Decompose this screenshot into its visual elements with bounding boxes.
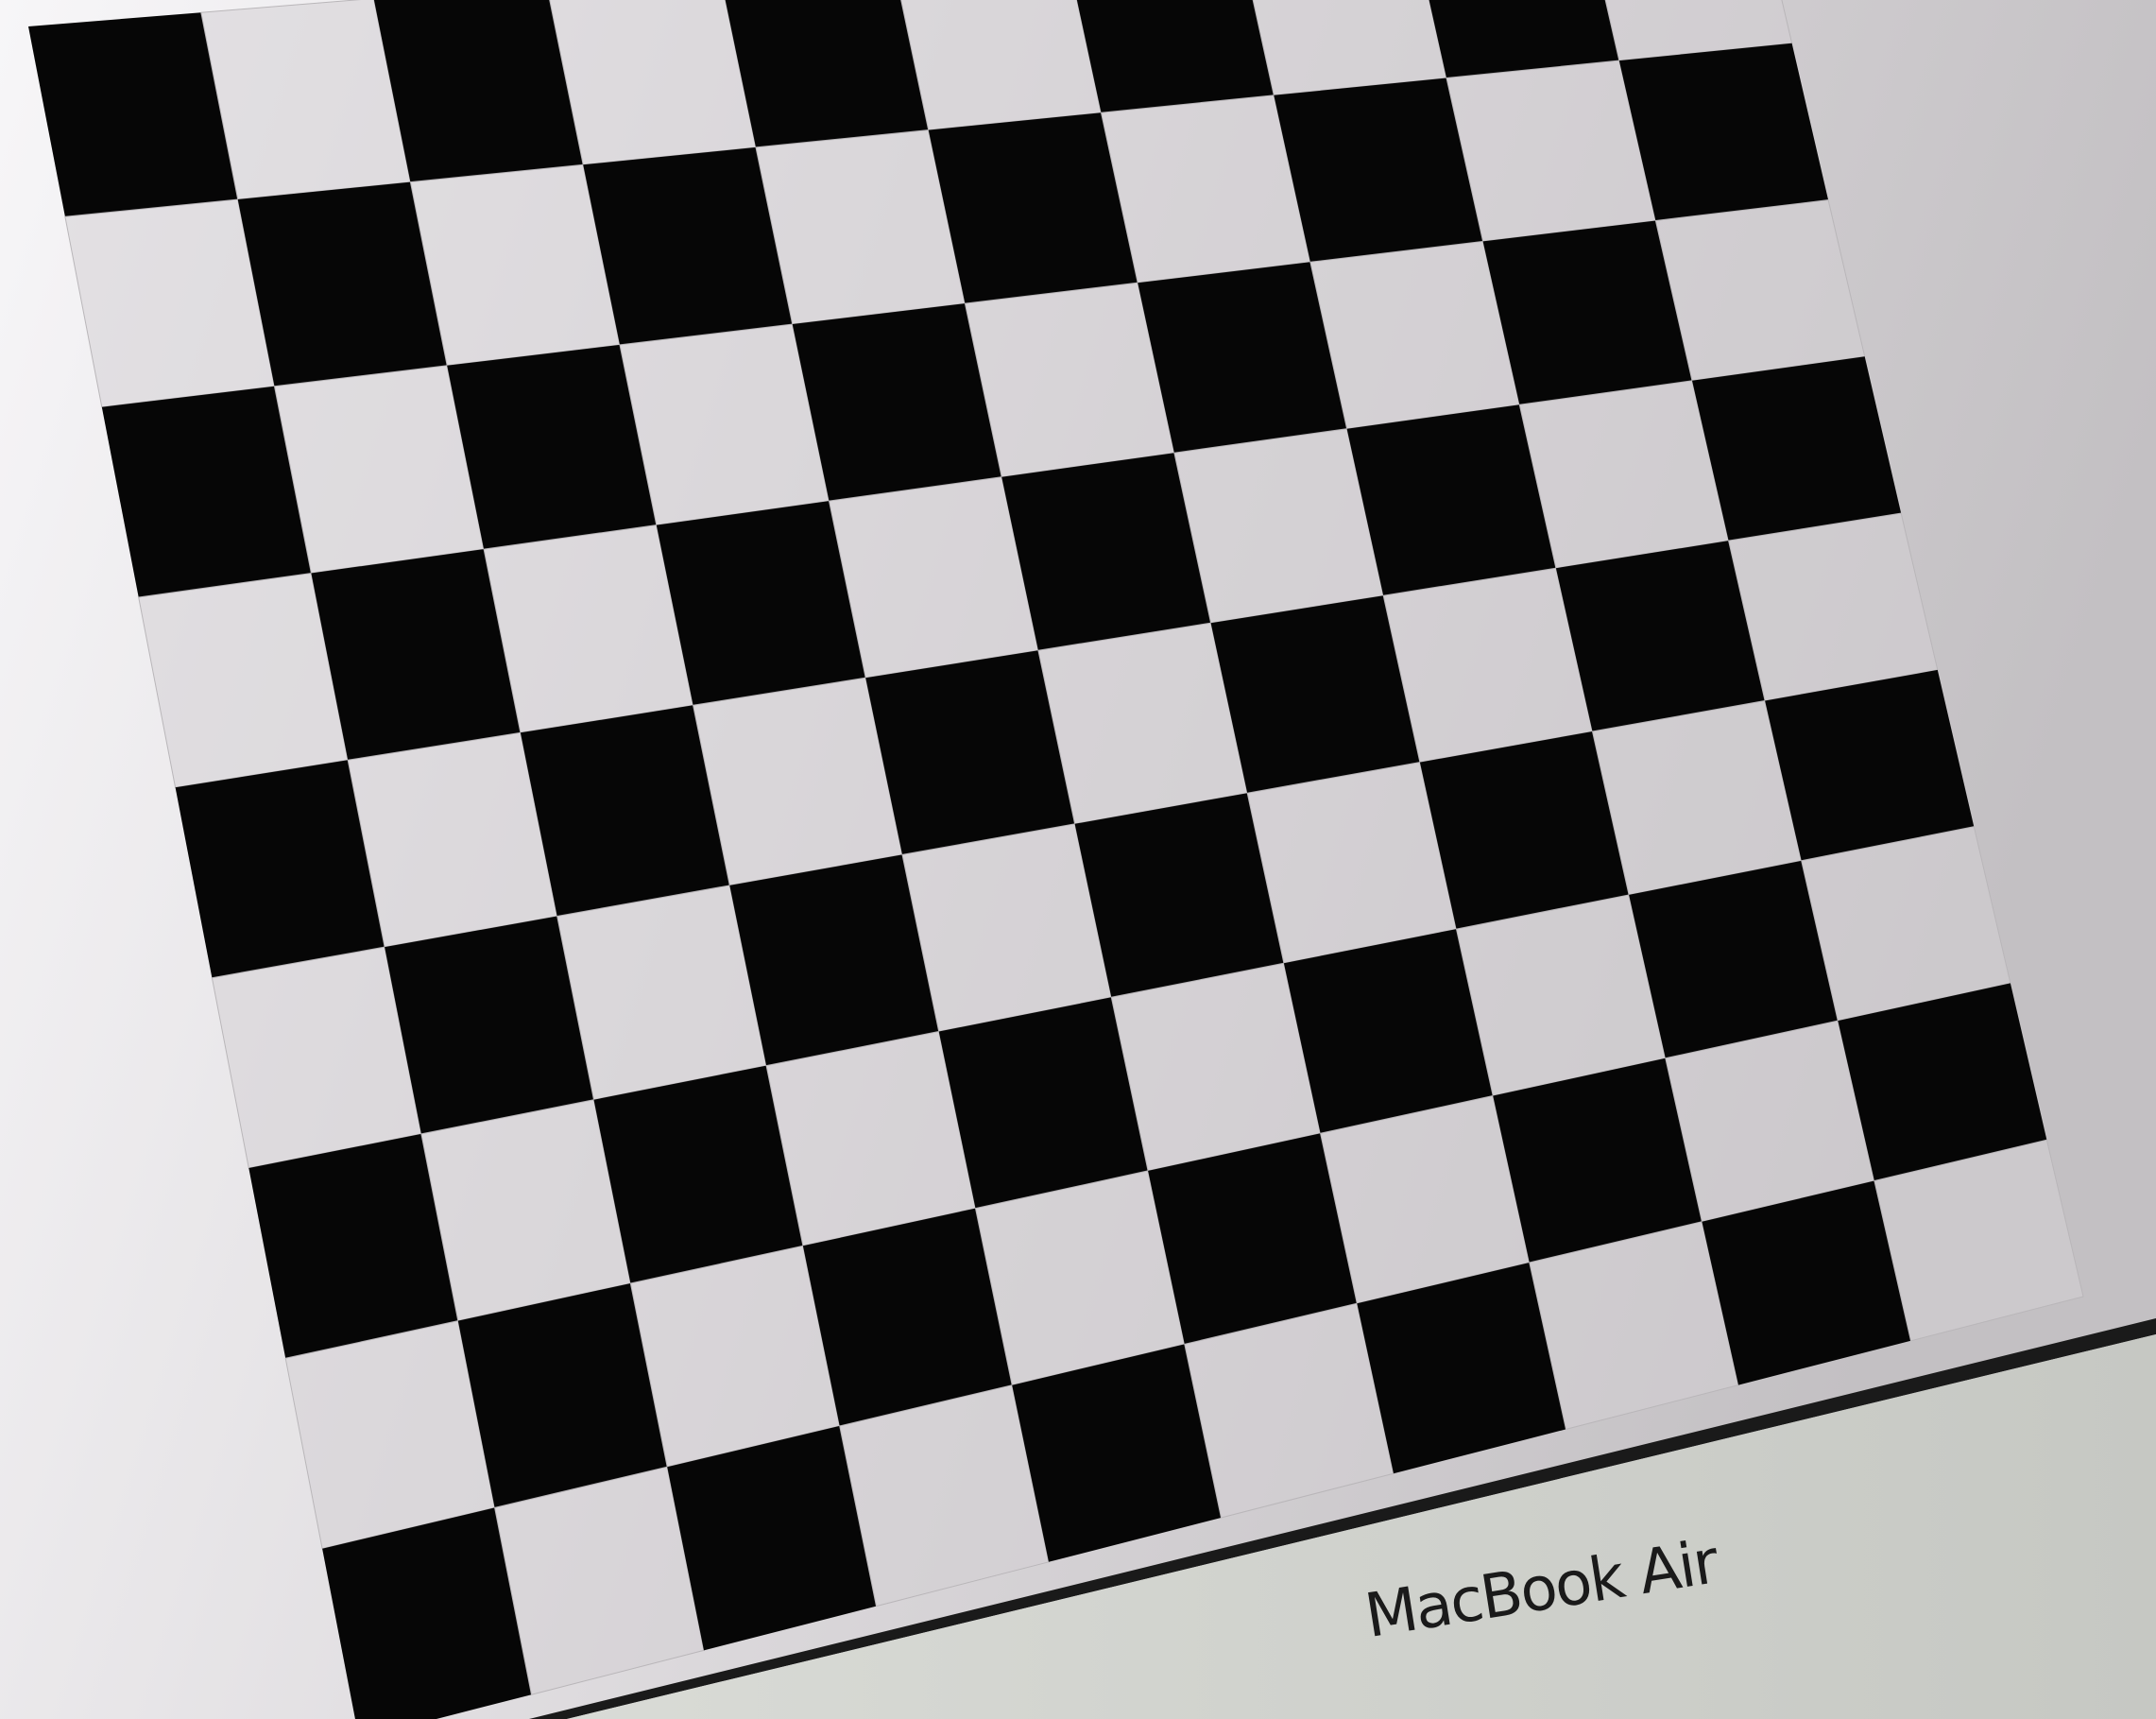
dark-square xyxy=(1765,669,1975,861)
light-square xyxy=(211,946,422,1169)
dark-square xyxy=(385,916,594,1134)
dark-square xyxy=(593,1065,803,1283)
light-square xyxy=(1727,512,1939,702)
light-square xyxy=(1037,622,1248,825)
light-square xyxy=(549,0,757,165)
light-square xyxy=(284,1320,496,1550)
dark-square xyxy=(248,1133,458,1359)
dark-square xyxy=(865,650,1075,855)
light-square xyxy=(1246,762,1458,964)
dark-square xyxy=(583,146,793,345)
light-square xyxy=(409,163,621,367)
light-square xyxy=(755,129,967,325)
light-square xyxy=(1591,699,1803,896)
dark-square xyxy=(1692,356,1902,541)
dark-square xyxy=(311,549,521,761)
dark-square xyxy=(1419,731,1630,930)
dark-square xyxy=(175,760,385,978)
dark-square xyxy=(28,12,238,217)
laptop-photo: MacBook Air xyxy=(0,0,2156,1719)
light-square xyxy=(964,282,1175,478)
light-square xyxy=(1446,60,1657,242)
laptop-screen-scene xyxy=(0,0,2156,1719)
dark-square xyxy=(1074,793,1284,998)
dark-square xyxy=(447,344,657,550)
dark-square xyxy=(1482,220,1692,405)
light-square xyxy=(693,677,903,886)
dark-square xyxy=(1274,77,1483,263)
dark-square xyxy=(373,0,584,182)
light-square xyxy=(1309,240,1520,430)
dark-square xyxy=(1001,453,1211,651)
light-square xyxy=(828,476,1039,679)
light-square xyxy=(138,572,349,788)
light-square xyxy=(200,0,411,200)
light-square xyxy=(1173,428,1384,624)
dark-square xyxy=(1555,541,1766,731)
light-square xyxy=(64,198,276,408)
light-square xyxy=(420,1099,631,1322)
light-square xyxy=(1382,567,1594,764)
dark-square xyxy=(1618,43,1829,221)
light-square xyxy=(1110,962,1322,1172)
light-square xyxy=(1518,380,1730,569)
dark-square xyxy=(101,386,312,597)
light-square xyxy=(556,885,767,1101)
dark-square xyxy=(1210,595,1420,794)
dark-square xyxy=(237,181,448,387)
dark-square xyxy=(656,501,866,706)
light-square xyxy=(347,731,558,948)
light-square xyxy=(765,1030,977,1246)
light-square xyxy=(901,823,1112,1033)
light-square xyxy=(1100,95,1311,284)
dark-square xyxy=(928,112,1138,304)
light-square xyxy=(483,524,694,733)
dark-square xyxy=(792,303,1002,502)
light-square xyxy=(1654,199,1866,382)
dark-square xyxy=(729,854,939,1066)
light-square xyxy=(273,365,485,575)
light-square xyxy=(619,323,830,526)
dark-square xyxy=(938,997,1149,1209)
dark-square xyxy=(1138,262,1347,454)
dark-square xyxy=(520,705,730,917)
dark-square xyxy=(1346,404,1556,596)
